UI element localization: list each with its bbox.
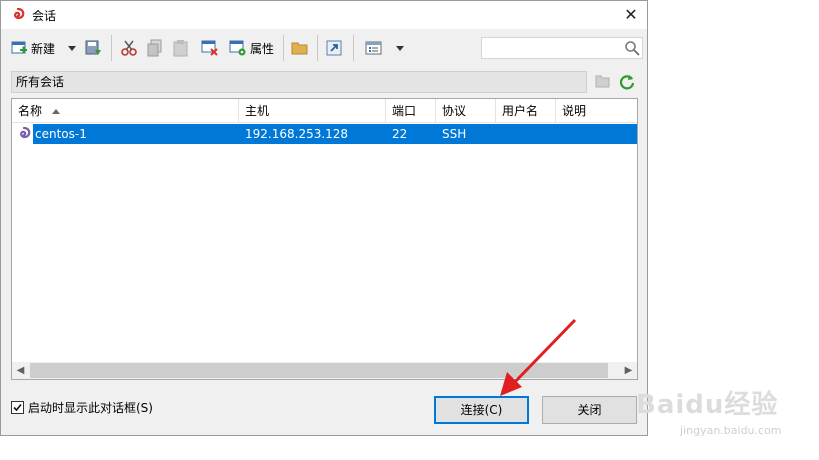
folder-button[interactable]: [291, 37, 309, 59]
list-header: 名称 主机 端口 协议 用户名 说明: [12, 99, 637, 123]
new-dropdown-button[interactable]: [67, 37, 77, 59]
session-list: 名称 主机 端口 协议 用户名 说明 centos-1 192.168.253.…: [11, 98, 638, 380]
app-logo-icon: [10, 7, 26, 23]
folder-path-label: 所有会话: [16, 75, 65, 89]
save-button[interactable]: [85, 37, 103, 59]
startup-checkbox[interactable]: [11, 401, 24, 414]
view-dropdown-button[interactable]: [395, 37, 405, 59]
cell-host: 192.168.253.128: [245, 127, 349, 141]
watermark: Baidu经验 jingyan.baidu.com: [636, 384, 816, 440]
new-session-icon: [11, 40, 27, 56]
cut-icon: [120, 39, 138, 57]
table-row[interactable]: centos-1 192.168.253.128 22 SSH: [12, 124, 637, 144]
column-header-username[interactable]: 用户名: [496, 99, 556, 123]
paste-button[interactable]: [173, 37, 189, 59]
search-input[interactable]: [482, 38, 620, 58]
column-header-host[interactable]: 主机: [239, 99, 386, 123]
shortcut-button[interactable]: [326, 37, 342, 59]
cut-button[interactable]: [120, 37, 138, 59]
refresh-icon[interactable]: [618, 73, 636, 94]
toolbar-separator: [353, 35, 354, 61]
properties-label: 属性: [250, 41, 275, 56]
shortcut-icon: [326, 40, 342, 56]
column-header-description[interactable]: 说明: [556, 99, 637, 123]
scrollbar-thumb[interactable]: [30, 363, 608, 378]
properties-icon: [229, 39, 247, 57]
column-header-port[interactable]: 端口: [386, 99, 436, 123]
view-button[interactable]: [365, 37, 383, 59]
copy-button[interactable]: [147, 37, 163, 59]
toolbar-separator: [283, 35, 284, 61]
save-icon: [85, 39, 103, 57]
paste-icon: [173, 39, 189, 57]
close-icon[interactable]: ✕: [619, 3, 643, 27]
toolbar: 新建 属性: [1, 31, 647, 65]
new-session-button[interactable]: 新建: [11, 37, 55, 59]
new-folder-icon[interactable]: [595, 74, 611, 91]
folder-path-bar: 所有会话: [11, 71, 587, 93]
properties-button[interactable]: 属性: [229, 37, 274, 59]
startup-label: 启动时显示此对话框(S): [28, 401, 153, 415]
watermark-url: jingyan.baidu.com: [680, 424, 782, 437]
scroll-right-icon[interactable]: ▶: [620, 362, 637, 379]
window-title: 会话: [32, 9, 57, 23]
search-icon[interactable]: [624, 40, 640, 59]
sessions-dialog: 会话 ✕ 新建 属性 所有会话 名称 主机 端口 协议 用户名 说明 cento…: [0, 0, 648, 436]
sort-ascending-icon: [52, 109, 61, 114]
toolbar-separator: [317, 35, 318, 61]
startup-option[interactable]: 启动时显示此对话框(S): [11, 399, 153, 416]
column-header-protocol[interactable]: 协议: [436, 99, 496, 123]
cell-name: centos-1: [35, 127, 87, 141]
close-button[interactable]: 关闭: [542, 396, 637, 424]
title-bar: 会话 ✕: [1, 1, 647, 29]
dropdown-arrow-icon: [395, 43, 405, 53]
dropdown-arrow-icon: [67, 43, 77, 53]
toolbar-separator: [111, 35, 112, 61]
folder-icon: [291, 40, 309, 56]
delete-button[interactable]: [201, 37, 219, 59]
cell-protocol: SSH: [442, 127, 467, 141]
connect-button[interactable]: 连接(C): [434, 396, 529, 424]
search-box[interactable]: [481, 37, 643, 59]
new-session-label: 新建: [31, 41, 56, 56]
watermark-text: Baidu经验: [636, 390, 779, 420]
session-icon: [16, 126, 32, 145]
view-icon: [365, 40, 383, 56]
column-header-name[interactable]: 名称: [12, 99, 239, 123]
delete-icon: [201, 39, 219, 57]
scroll-left-icon[interactable]: ◀: [12, 362, 29, 379]
cell-port: 22: [392, 127, 408, 141]
horizontal-scrollbar[interactable]: ◀ ▶: [12, 362, 637, 379]
copy-icon: [147, 39, 163, 57]
column-header-label: 名称: [18, 104, 43, 118]
